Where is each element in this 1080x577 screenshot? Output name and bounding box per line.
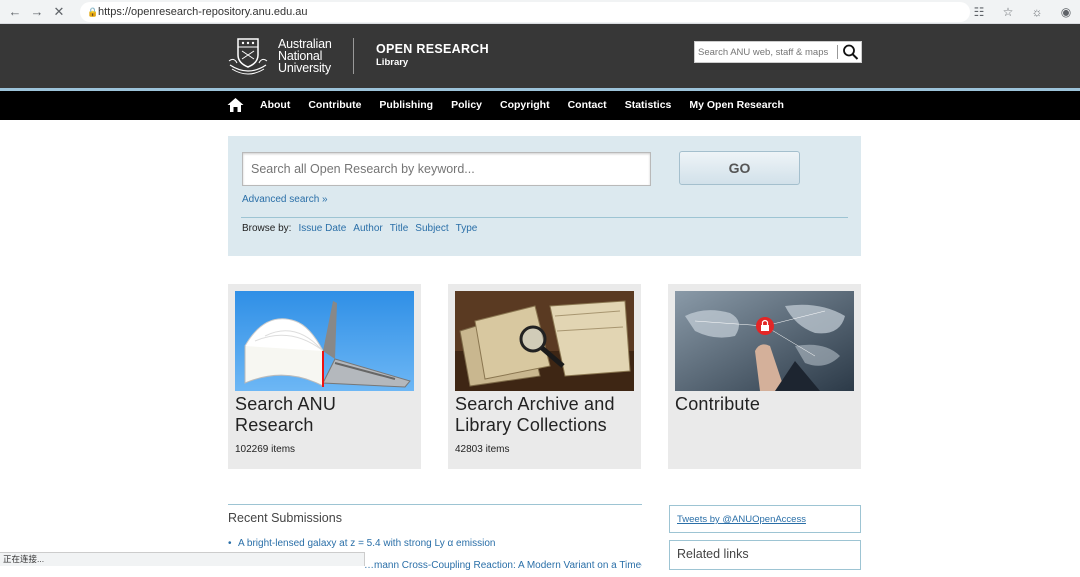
browse-issue-date[interactable]: Issue Date	[298, 223, 346, 234]
search-icon[interactable]	[840, 42, 861, 62]
university-name-line: University	[278, 61, 331, 75]
browse-author[interactable]: Author	[353, 223, 382, 234]
arrow-right-icon[interactable]: →	[28, 3, 46, 21]
lock-icon: 🔒	[87, 7, 99, 17]
site-subtitle: Library	[376, 57, 409, 68]
site-title[interactable]: OPEN RESEARCH	[376, 42, 489, 56]
browse-title[interactable]: Title	[390, 223, 409, 234]
nav-item-copyright[interactable]: Copyright	[500, 91, 550, 120]
translate-icon[interactable]: ☷	[971, 3, 987, 21]
card-search-anu-research[interactable]: Search ANU Research 102269 items	[228, 284, 421, 469]
browse-label: Browse by:	[242, 223, 292, 234]
recent-divider	[228, 504, 642, 505]
nav-item-publishing[interactable]: Publishing	[379, 91, 433, 120]
recent-item-link[interactable]: A bright-lensed galaxy at z = 5.4 with s…	[238, 538, 496, 549]
recent-submissions-title: Recent Submissions	[228, 511, 342, 525]
card-title: Search Archive and Library Collections	[455, 394, 615, 435]
close-icon[interactable]: ✕	[50, 3, 68, 21]
status-bar: 正在连接...	[0, 552, 365, 566]
security-globe-image	[675, 291, 854, 391]
advanced-search-link[interactable]: Advanced search »	[242, 194, 328, 205]
main-nav: About Contribute Publishing Policy Copyr…	[0, 91, 1080, 120]
header-divider	[353, 38, 354, 74]
card-count: 42803 items	[455, 444, 510, 455]
card-count: 102269 items	[235, 444, 296, 455]
nav-item-contact[interactable]: Contact	[568, 91, 607, 120]
card-title: Contribute	[675, 394, 761, 414]
nav-item-policy[interactable]: Policy	[451, 91, 482, 120]
book-laptop-image	[235, 291, 414, 391]
browser-toolbar: ← → ✕ 🔒 https://openresearch-repository.…	[0, 0, 1080, 24]
university-name[interactable]: Australian National University	[278, 38, 332, 75]
address-bar[interactable]: 🔒 https://openresearch-repository.anu.ed…	[80, 2, 970, 22]
anu-crest-icon[interactable]	[228, 37, 268, 75]
tweets-link[interactable]: Tweets by @ANUOpenAccess	[677, 514, 806, 525]
search-panel: GO Advanced search » Browse by: Issue Da…	[228, 136, 861, 256]
account-icon[interactable]: ◉	[1058, 3, 1074, 21]
nav-item-contribute[interactable]: Contribute	[308, 91, 361, 120]
nav-item-statistics[interactable]: Statistics	[625, 91, 672, 120]
card-title: Search ANU Research	[235, 394, 337, 435]
browse-subject[interactable]: Subject	[415, 223, 448, 234]
panel-divider	[241, 217, 848, 218]
site-header	[0, 24, 1080, 88]
card-contribute[interactable]: Contribute	[668, 284, 861, 469]
nav-item-about[interactable]: About	[260, 91, 290, 120]
home-icon[interactable]	[227, 97, 244, 113]
related-links-title: Related links	[677, 547, 749, 561]
go-button[interactable]: GO	[679, 151, 800, 185]
archive-papers-image	[455, 291, 634, 391]
card-search-archive[interactable]: Search Archive and Library Collections 4…	[448, 284, 641, 469]
header-search-input[interactable]	[695, 42, 837, 62]
star-icon[interactable]: ☆	[1000, 3, 1016, 21]
browse-type[interactable]: Type	[456, 223, 478, 234]
extension-icon[interactable]: ☼	[1029, 3, 1045, 21]
arrow-left-icon[interactable]: ←	[6, 3, 24, 21]
header-search	[694, 41, 862, 63]
tweets-box: Tweets by @ANUOpenAccess	[669, 505, 861, 533]
main-search-box	[242, 152, 651, 186]
nav-item-my-open-research[interactable]: My Open Research	[689, 91, 784, 120]
search-separator	[837, 45, 838, 59]
url-text: https://openresearch-repository.anu.edu.…	[98, 6, 308, 18]
main-search-input[interactable]	[243, 153, 650, 185]
browse-by: Browse by: Issue Date Author Title Subje…	[242, 223, 477, 234]
